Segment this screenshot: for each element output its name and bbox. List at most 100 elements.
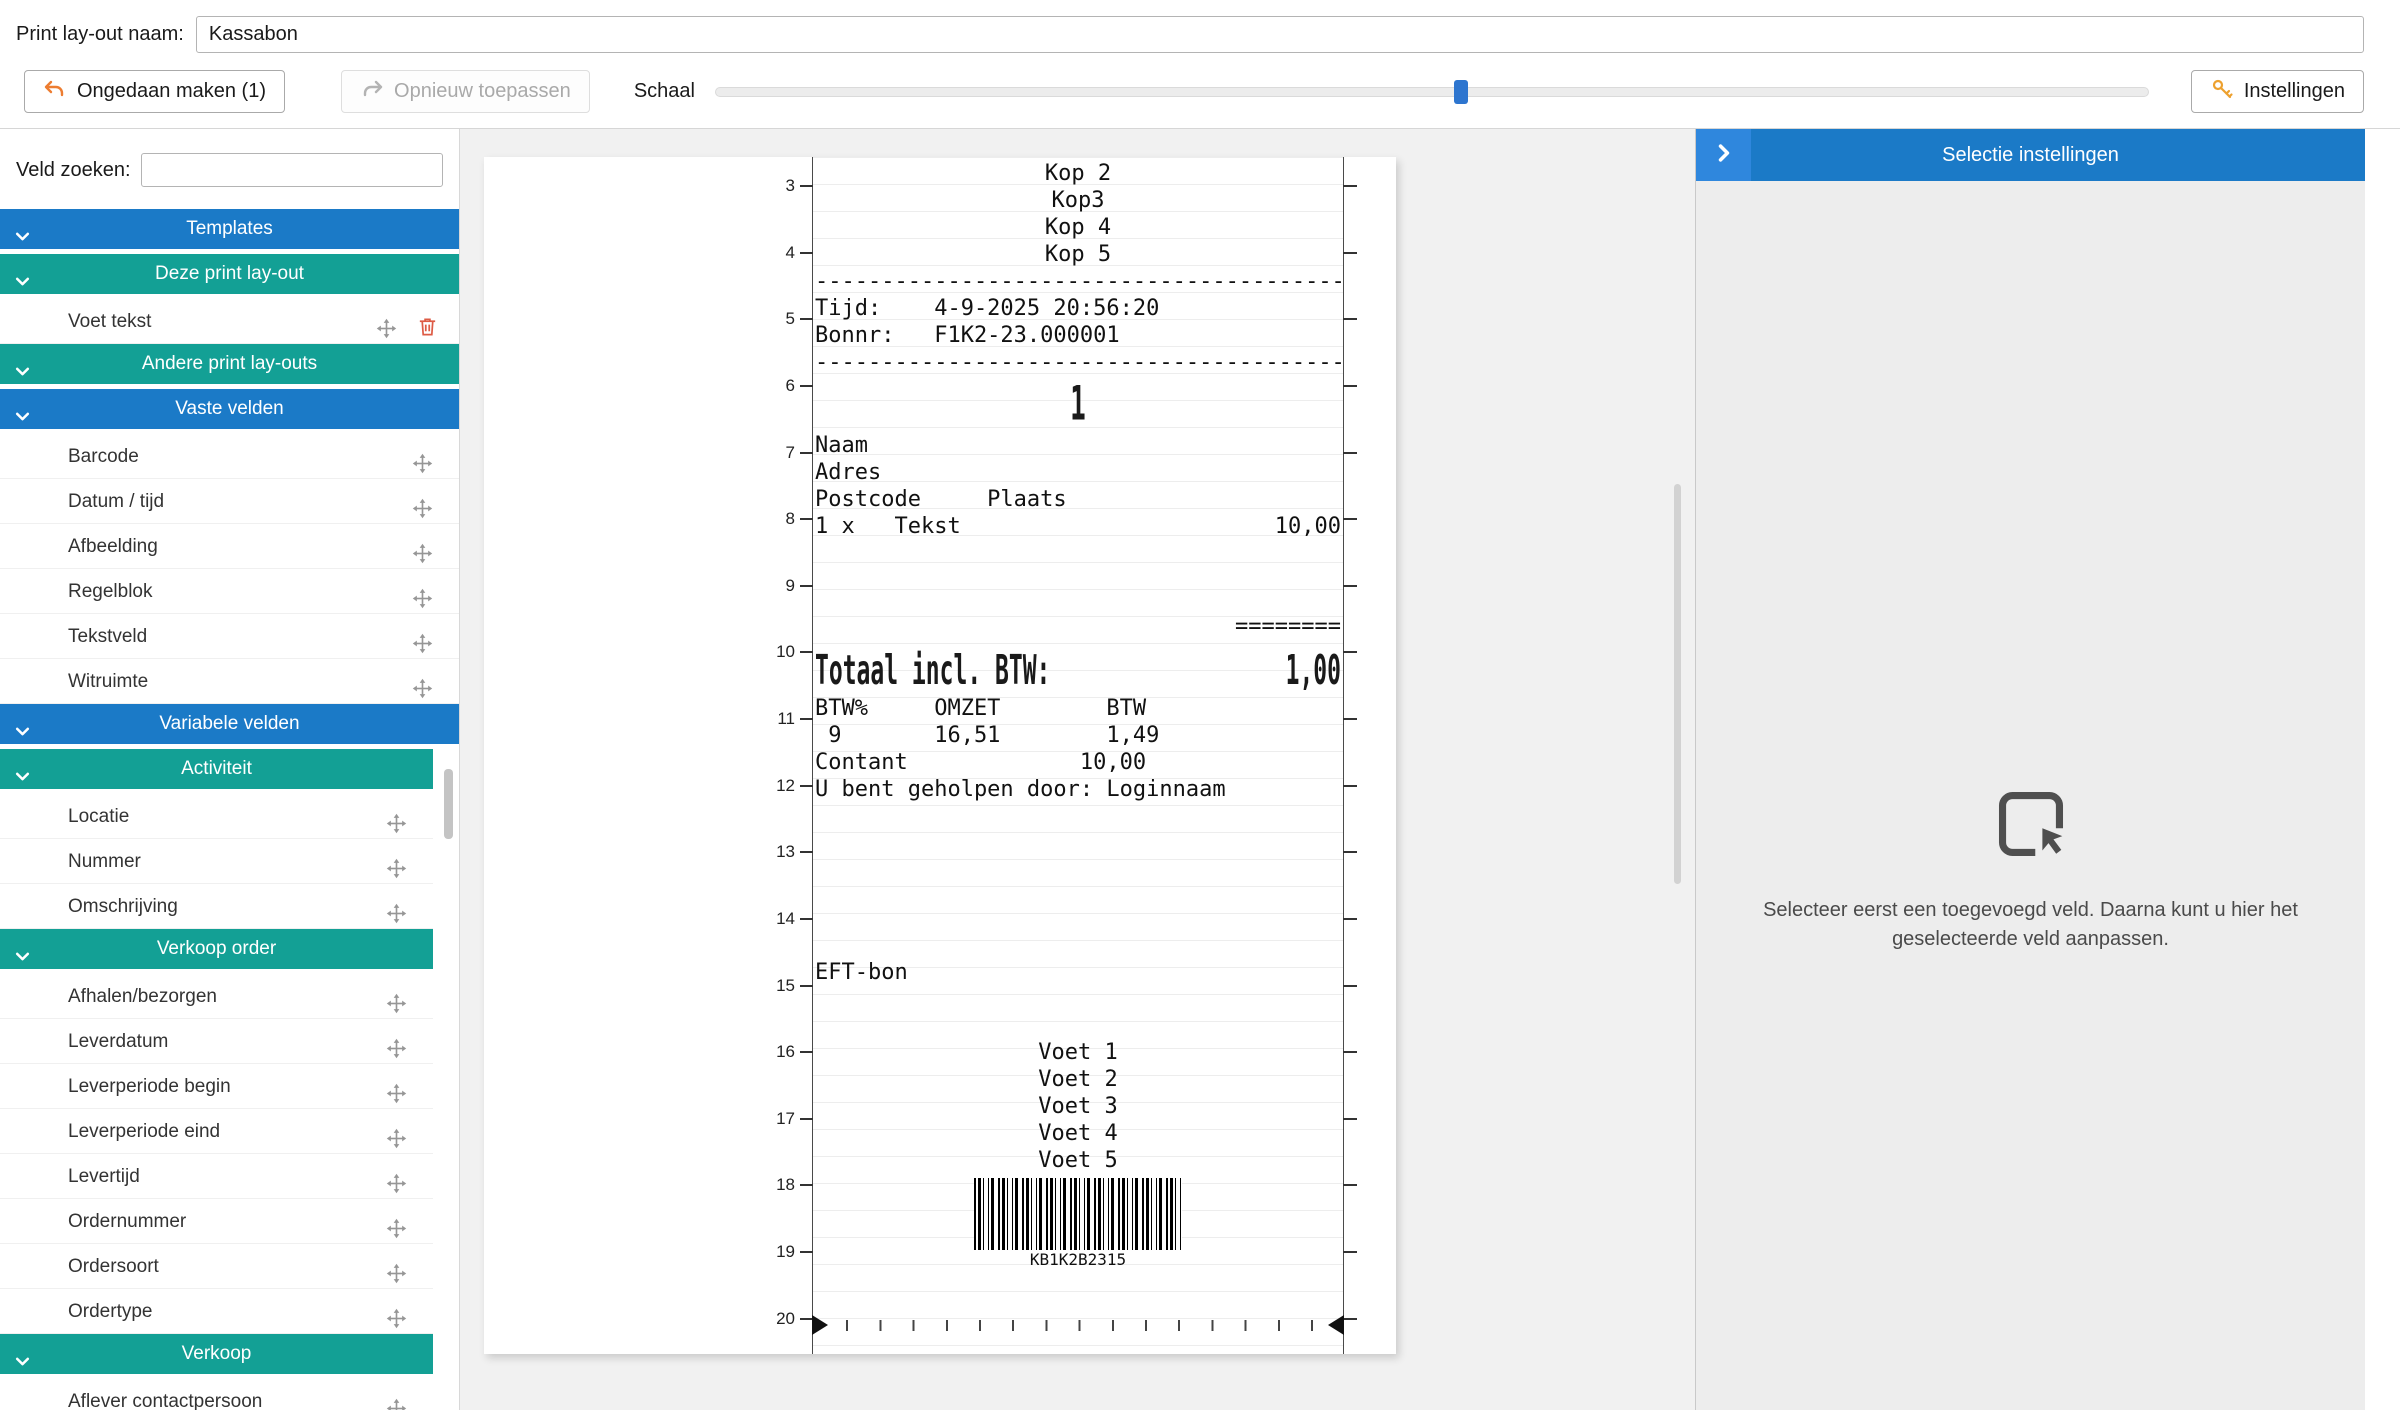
receipt-line[interactable]: Contant 10,00 bbox=[813, 749, 1343, 776]
receipt-line[interactable]: Kop 2 bbox=[813, 160, 1343, 187]
field-item[interactable]: Witruimte bbox=[0, 659, 459, 704]
field-item-label: Ordertype bbox=[0, 1301, 152, 1322]
field-item[interactable]: Levertijd bbox=[0, 1154, 433, 1199]
variable-fields-scroll-region: Activiteit Locatie Nummer Omschrijving bbox=[0, 749, 459, 1410]
ruler-tick bbox=[1343, 386, 1363, 453]
panel-title: Selectie instellingen bbox=[1751, 129, 2310, 181]
main-content: Veld zoeken: Templates Deze print lay-ou… bbox=[0, 129, 2400, 1410]
settings-button[interactable]: Instellingen bbox=[2191, 70, 2364, 113]
undo-button[interactable]: Ongedaan maken (1) bbox=[24, 70, 285, 113]
receipt-line[interactable]: Adres bbox=[813, 459, 1343, 486]
field-item[interactable]: Datum / tijd bbox=[0, 479, 459, 524]
field-item[interactable]: Tekstveld bbox=[0, 614, 459, 659]
scale-slider-track[interactable] bbox=[715, 87, 2149, 97]
receipt-line[interactable]: Kop3 bbox=[813, 187, 1343, 214]
receipt-line[interactable]: ---------------------------------------- bbox=[813, 268, 1343, 295]
section-sales[interactable]: Verkoop bbox=[0, 1334, 433, 1374]
receipt-preview[interactable]: Kop 2 Kop3 Kop 4 Kop 5 -----------------… bbox=[812, 157, 1344, 1354]
sidebar-scrollbar-thumb[interactable] bbox=[444, 769, 453, 839]
receipt-line[interactable]: Tijd: 4-9-2025 20:56:20 bbox=[813, 295, 1343, 322]
field-item[interactable]: Leverdatum bbox=[0, 1019, 433, 1064]
chevron-right-icon bbox=[1713, 142, 1735, 169]
move-icon[interactable] bbox=[386, 1391, 407, 1410]
field-item-label: Locatie bbox=[0, 806, 129, 827]
canvas-scrollbar-thumb[interactable] bbox=[1674, 484, 1681, 884]
section-templates[interactable]: Templates bbox=[0, 209, 459, 249]
field-item[interactable]: Ordertype bbox=[0, 1289, 433, 1334]
field-item[interactable]: Barcode bbox=[0, 434, 459, 479]
receipt-line[interactable]: BTW% OMZET BTW bbox=[813, 695, 1343, 722]
receipt-btw-block[interactable]: BTW% OMZET BTW 9 16,51 1,49 Contant 10,0… bbox=[813, 695, 1343, 803]
receipt-line[interactable]: Voet 5 bbox=[813, 1147, 1343, 1174]
field-item[interactable]: Leverperiode eind bbox=[0, 1109, 433, 1154]
receipt-line[interactable]: 9 16,51 1,49 bbox=[813, 722, 1343, 749]
receipt-page[interactable]: Kop 2 Kop3 Kop 4 Kop 5 -----------------… bbox=[484, 157, 1396, 1354]
field-item[interactable]: Leverperiode begin bbox=[0, 1064, 433, 1109]
section-activity[interactable]: Activiteit bbox=[0, 749, 433, 789]
layout-field-item[interactable]: Voet tekst bbox=[0, 299, 459, 344]
barcode-text: KB1K2B2315 bbox=[813, 1250, 1343, 1270]
ruler-tick: 20 bbox=[723, 1319, 813, 1386]
field-item[interactable]: Omschrijving bbox=[0, 884, 433, 929]
field-item[interactable]: Locatie bbox=[0, 794, 433, 839]
receipt-footer-block[interactable]: Voet 1 Voet 2 Voet 3 Voet 4 Voet 5 bbox=[813, 1039, 1343, 1174]
ruler-tick bbox=[1343, 319, 1363, 386]
field-item-label: Leverdatum bbox=[0, 1031, 168, 1052]
layout-name-input[interactable] bbox=[196, 16, 2364, 53]
field-item[interactable]: Aflever contactpersoon bbox=[0, 1379, 433, 1410]
receipt-total-line[interactable]: Totaal incl. BTW: 1,00 bbox=[813, 640, 1343, 695]
section-fixed-fields-label: Vaste velden bbox=[175, 398, 283, 419]
receipt-line[interactable]: Naam bbox=[813, 432, 1343, 459]
field-item[interactable]: Regelblok bbox=[0, 569, 459, 614]
field-item[interactable]: Ordernummer bbox=[0, 1199, 433, 1244]
receipt-equals-line[interactable]: ======== bbox=[813, 613, 1343, 640]
field-item-label: Ordernummer bbox=[0, 1211, 186, 1232]
scale-slider[interactable] bbox=[715, 71, 2149, 113]
field-item-label: Barcode bbox=[0, 446, 139, 467]
section-sales-order[interactable]: Verkoop order bbox=[0, 929, 433, 969]
receipt-item-line[interactable]: 1 x Tekst 10,00 bbox=[813, 513, 1343, 540]
resize-handle-right[interactable] bbox=[1328, 1315, 1344, 1335]
scale-slider-thumb[interactable] bbox=[1454, 80, 1468, 104]
section-fixed-fields[interactable]: Vaste velden bbox=[0, 389, 459, 429]
receipt-header-block[interactable]: Kop 2 Kop3 Kop 4 Kop 5 -----------------… bbox=[813, 160, 1343, 376]
ruler-tick bbox=[1343, 919, 1363, 986]
receipt-line[interactable]: Kop 4 bbox=[813, 214, 1343, 241]
receipt-line[interactable]: Kop 5 bbox=[813, 241, 1343, 268]
selection-settings-panel: Selectie instellingen Selecteer eerst ee… bbox=[1695, 129, 2365, 1410]
resize-handle-left[interactable] bbox=[812, 1315, 828, 1335]
receipt-line[interactable]: ---------------------------------------- bbox=[813, 349, 1343, 376]
barcode-image[interactable] bbox=[974, 1178, 1182, 1250]
ruler-tick bbox=[1343, 586, 1363, 653]
receipt-line[interactable]: Voet 2 bbox=[813, 1066, 1343, 1093]
section-this-layout[interactable]: Deze print lay-out bbox=[0, 254, 459, 294]
print-layout-editor: Print lay-out naam: Ongedaan maken (1) O… bbox=[0, 0, 2400, 1410]
section-variable-fields[interactable]: Variabele velden bbox=[0, 704, 459, 744]
receipt-line[interactable]: Voet 4 bbox=[813, 1120, 1343, 1147]
empty-selection-message: Selecteer eerst een toegevoegd veld. Daa… bbox=[1731, 896, 2331, 954]
receipt-line[interactable]: Postcode Plaats bbox=[813, 486, 1343, 513]
receipt-line[interactable]: Voet 3 bbox=[813, 1093, 1343, 1120]
field-item[interactable]: Ordersoort bbox=[0, 1244, 433, 1289]
receipt-eft-line[interactable]: EFT-bon bbox=[813, 959, 1343, 986]
ruler-tick bbox=[1343, 852, 1363, 919]
receipt-address-block[interactable]: Naam Adres Postcode Plaats bbox=[813, 432, 1343, 513]
section-this-layout-label: Deze print lay-out bbox=[155, 263, 304, 284]
section-other-layouts[interactable]: Andere print lay-outs bbox=[0, 344, 459, 384]
vertical-ruler: 3 4 5 6 bbox=[723, 186, 813, 1385]
redo-label: Opnieuw toepassen bbox=[394, 80, 571, 103]
receipt-line[interactable]: U bent geholpen door: Loginnaam bbox=[813, 776, 1343, 803]
redo-icon bbox=[360, 77, 384, 107]
field-search-row: Veld zoeken: bbox=[0, 147, 459, 193]
receipt-big-number[interactable]: 1 bbox=[813, 376, 1343, 432]
field-search-input[interactable] bbox=[141, 153, 443, 187]
key-icon bbox=[2210, 77, 2234, 107]
field-item[interactable]: Nummer bbox=[0, 839, 433, 884]
receipt-line[interactable]: Bonnr: F1K2-23.000001 bbox=[813, 322, 1343, 349]
design-canvas[interactable]: Kop 2 Kop3 Kop 4 Kop 5 -----------------… bbox=[460, 129, 1695, 1410]
field-item[interactable]: Afhalen/bezorgen bbox=[0, 974, 433, 1019]
collapse-panel-button[interactable] bbox=[1696, 129, 1751, 181]
field-item[interactable]: Afbeelding bbox=[0, 524, 459, 569]
redo-button[interactable]: Opnieuw toepassen bbox=[341, 70, 590, 113]
receipt-line[interactable]: Voet 1 bbox=[813, 1039, 1343, 1066]
